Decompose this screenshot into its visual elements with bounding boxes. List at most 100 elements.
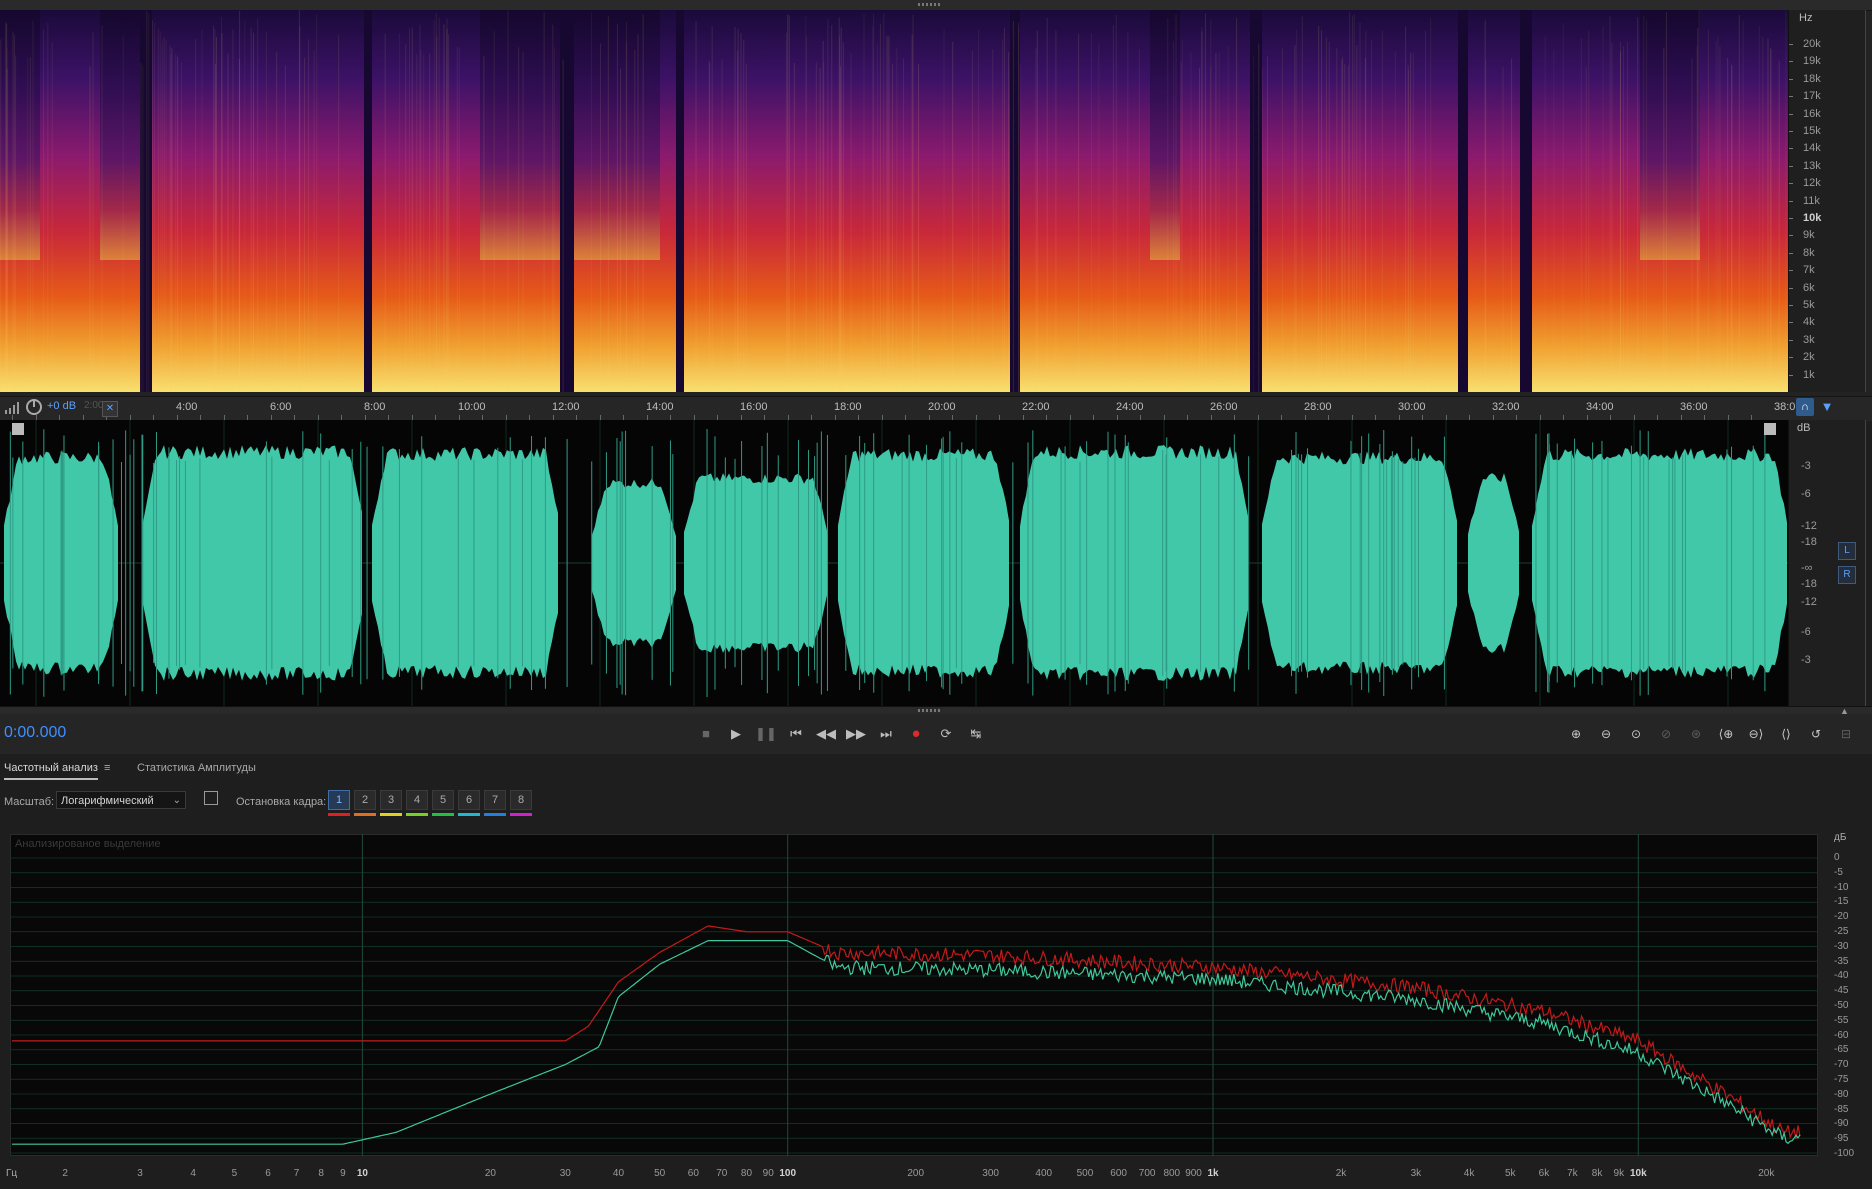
freeze-frame-color-swatch (484, 813, 506, 816)
freeze-frame-3-button[interactable]: 3 (380, 790, 402, 810)
analysis-hz-tick-label: 7k (1567, 1168, 1578, 1179)
level-meter-icon[interactable] (4, 402, 20, 414)
zoom-to-time-icon[interactable]: ⊟ (1835, 724, 1857, 744)
record-icon[interactable]: ● (905, 724, 927, 744)
gain-ghost-time: 2:00 (84, 400, 104, 411)
freeze-frame-4-button[interactable]: 4 (406, 790, 428, 810)
loop-icon[interactable]: ⟳ (935, 724, 957, 744)
hz-tick-label: 5k (1803, 299, 1815, 311)
zoom-out-amplitude-icon[interactable]: ⊖ (1595, 724, 1617, 744)
freeze-frame-5-button[interactable]: 5 (432, 790, 454, 810)
analysis-db-tick-label: -50 (1834, 1000, 1849, 1011)
fade-in-handle[interactable] (12, 423, 24, 435)
headphones-icon[interactable]: ∩ (1796, 398, 1814, 416)
freeze-frame-color-swatch (458, 813, 480, 816)
analysis-hz-tick-label: 4 (190, 1168, 196, 1179)
current-time-display[interactable]: 0:00.000 (4, 724, 66, 742)
freeze-frame-color-swatch (354, 813, 376, 816)
hz-tick (1789, 131, 1793, 132)
analysis-hz-tick-label: 800 (1163, 1168, 1181, 1179)
analysis-db-tick-label: -20 (1834, 911, 1849, 923)
analysis-db-tick-label: 0 (1834, 852, 1840, 863)
freeze-frame-1-button[interactable]: 1 (328, 790, 350, 810)
freeze-frame-6-button[interactable]: 6 (458, 790, 480, 810)
analysis-hz-tick-label: 5k (1504, 1168, 1516, 1179)
analysis-hz-tick-label: 20 (484, 1168, 496, 1179)
hz-tick (1789, 287, 1793, 289)
analysis-hz-tick-label: 6k (1538, 1168, 1550, 1179)
hz-tick-label: 13k (1803, 159, 1821, 172)
db-tick-label: -∞ (1801, 562, 1813, 574)
analysis-hz-tick-label: 50 (654, 1168, 666, 1179)
db-tick-label: -3 (1801, 460, 1811, 472)
fast-forward-icon[interactable]: ▶▶ (845, 724, 867, 744)
zoom-reset-icon[interactable]: ⊙ (1625, 724, 1647, 744)
hz-tick-label: 3k (1803, 333, 1815, 346)
time-tick-label: 12:00 (552, 401, 580, 413)
analysis-db-tick-label: -25 (1834, 926, 1849, 937)
tab-frequency-analysis[interactable]: Частотный анализ (4, 762, 98, 780)
frequency-ruler: Hz 20k 19k 18k 17k 16k 15k 14k 13k 12k 11k 10k 9k 8k… (1788, 10, 1866, 392)
zoom-center-icon[interactable]: ⊛ (1685, 724, 1707, 744)
skip-to-end-icon[interactable]: ⏭ (875, 724, 897, 744)
hz-tick (1789, 61, 1793, 63)
zoom-in-amplitude-icon[interactable]: ⊕ (1565, 724, 1587, 744)
analysis-hz-tick-label: 9 (340, 1168, 346, 1179)
hz-tick-label: 12k (1803, 177, 1821, 190)
hz-tick-label: 19k (1803, 55, 1821, 68)
spectrogram[interactable] (0, 10, 1788, 392)
freeze-frame-color-swatch (432, 813, 454, 816)
marker-pin-icon[interactable]: ▼ (1818, 398, 1836, 416)
analysis-hz-tick-label: 300 (982, 1168, 999, 1179)
time-ruler[interactable]: 4:00 6:00 8:00 10:00 12:00 14:00 16:00 18:00 20:… (0, 396, 1872, 421)
gain-value[interactable]: +0 dB (47, 400, 76, 412)
zoom-selection-icon[interactable]: ⊘ (1655, 724, 1677, 744)
scale-select-value: Логарифмический (61, 795, 154, 807)
freeze-frame-7-button[interactable]: 7 (484, 790, 506, 810)
skip-selection-icon[interactable]: ↹ (965, 724, 987, 744)
pause-icon[interactable]: ❚❚ (755, 724, 777, 744)
scale-select[interactable]: Логарифмический ⌄ (56, 791, 186, 809)
analysis-hz-tick-label: 2k (1335, 1168, 1347, 1179)
pin-icon[interactable]: ✕ (102, 401, 118, 417)
hz-tick-label: 6k (1803, 281, 1815, 294)
skip-to-start-icon[interactable]: ⏮ (785, 724, 807, 744)
channel-left-toggle[interactable]: L (1838, 542, 1856, 560)
fade-out-handle[interactable] (1764, 423, 1776, 435)
time-tick-label: 24:00 (1116, 401, 1144, 413)
freeze-frame-8-button[interactable]: 8 (510, 790, 532, 810)
analysis-db-tick-label: -40 (1834, 970, 1849, 982)
hz-tick-label: 16k (1803, 107, 1821, 120)
zoom-reset-time-icon[interactable]: ↺ (1805, 724, 1827, 744)
freeze-frame-color-swatch (406, 813, 428, 816)
waveform[interactable] (0, 420, 1788, 706)
analysis-hz-tick-label: 400 (1035, 1168, 1053, 1179)
analysis-hz-tick-label: 900 (1185, 1168, 1202, 1179)
gain-knob-icon[interactable] (26, 399, 42, 415)
zoom-out-full-icon[interactable]: ⊖⟩ (1745, 724, 1767, 744)
analysis-db-tick-label: -60 (1834, 1029, 1849, 1041)
rewind-icon[interactable]: ◀◀ (815, 724, 837, 744)
zoom-both-icon[interactable]: ⟨⟩ (1775, 724, 1797, 744)
analysis-hz-tick-label: 600 (1110, 1168, 1127, 1179)
time-tick-label: 34:00 (1586, 401, 1614, 413)
stop-icon[interactable]: ■ (695, 724, 717, 744)
analysis-hz-tick-label: 500 (1076, 1168, 1094, 1179)
db-tick-label: -12 (1801, 520, 1817, 532)
analysis-db-tick-label: -10 (1834, 881, 1849, 893)
analysis-db-tick-label: -15 (1834, 896, 1849, 908)
frequency-plot-canvas[interactable] (10, 834, 1818, 1156)
freeze-frame-color-swatch (510, 813, 532, 816)
channel-right-toggle[interactable]: R (1838, 566, 1856, 584)
zoom-in-left-icon[interactable]: ⟨⊕ (1715, 724, 1737, 744)
tab-amplitude-statistics[interactable]: Статистика Амплитуды (137, 762, 256, 778)
time-tick-label: 18:00 (834, 401, 862, 413)
frequency-curve-red (12, 925, 1801, 1140)
copy-icon[interactable] (204, 791, 218, 805)
play-icon[interactable]: ▶ (725, 724, 747, 744)
panel-menu-icon[interactable]: ≡ (104, 762, 110, 774)
analysis-hz-tick-label: 70 (716, 1168, 728, 1179)
analysis-db-tick-label: -35 (1834, 955, 1849, 967)
freeze-frame-2-button[interactable]: 2 (354, 790, 376, 810)
analysis-hz-tick-label: 6 (265, 1168, 271, 1179)
